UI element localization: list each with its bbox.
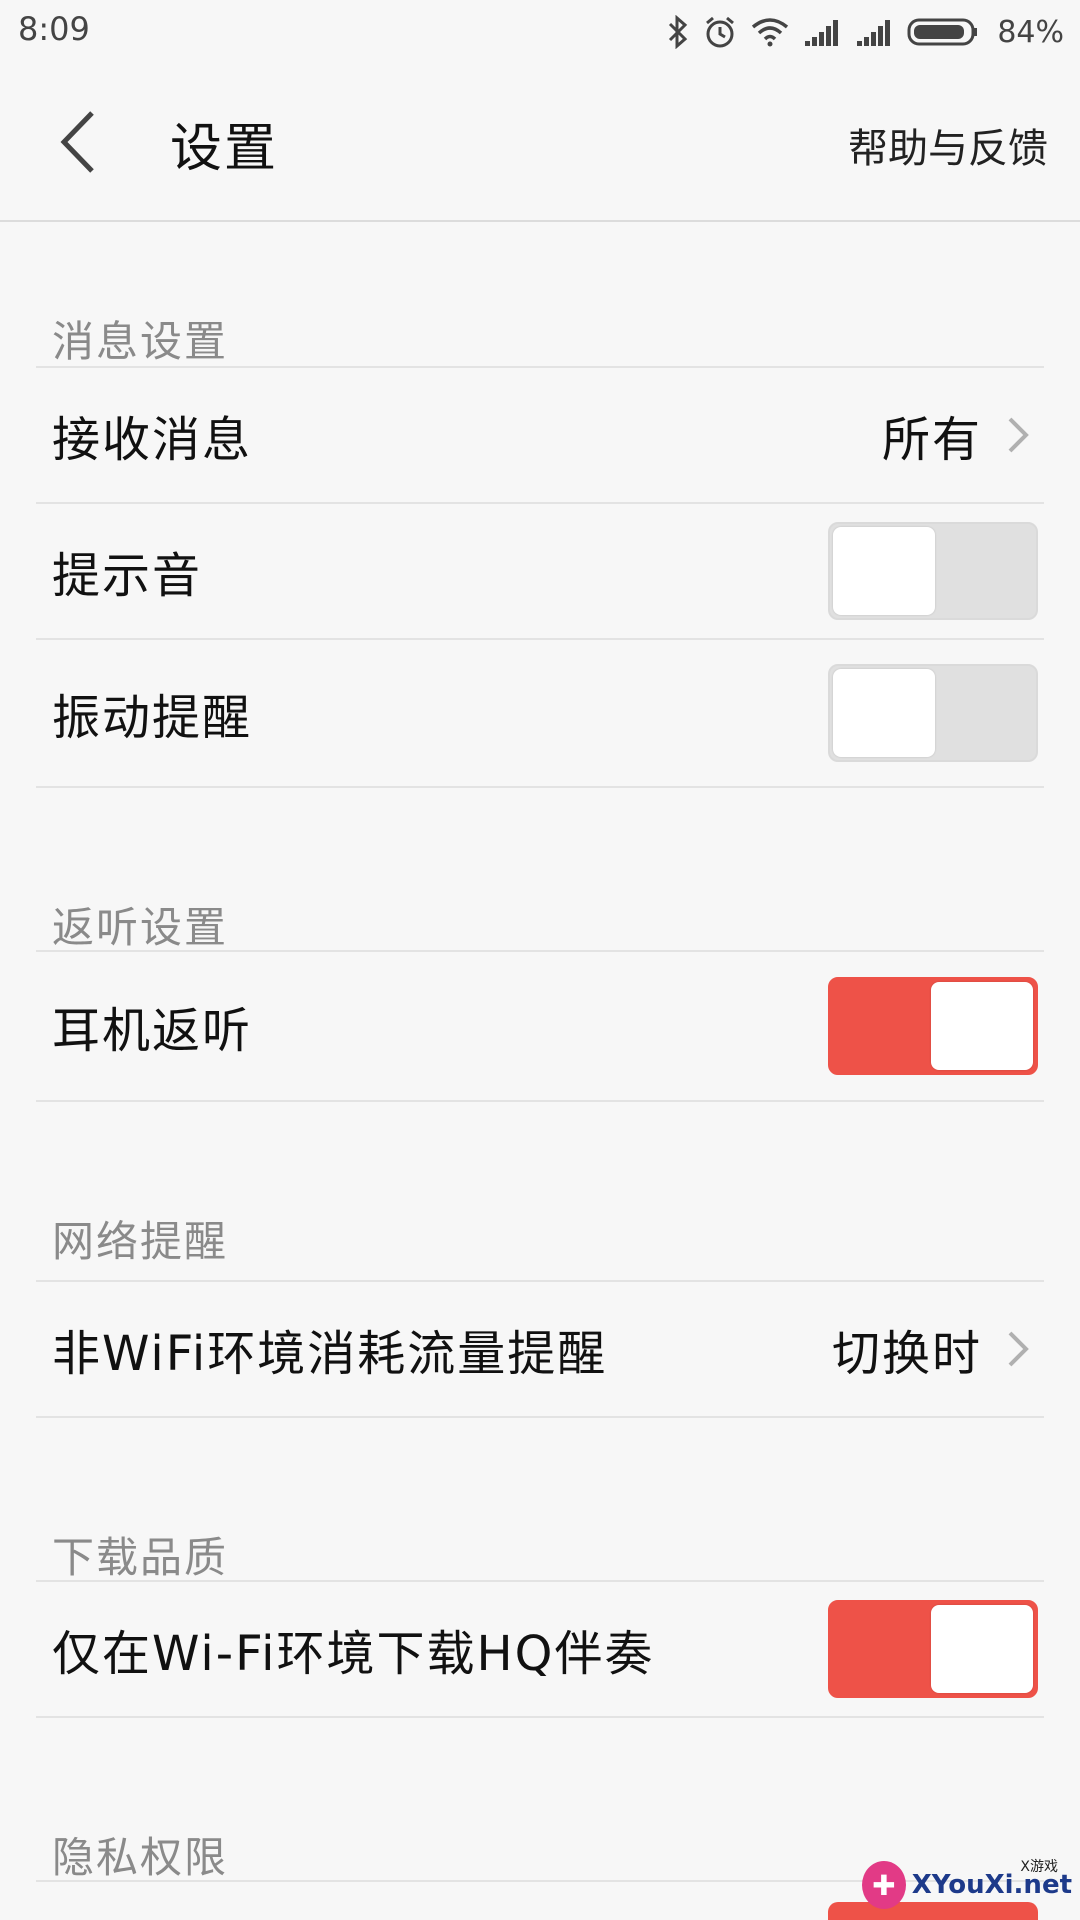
toggle-knob (833, 669, 935, 757)
section-title-download: 下载品质 (52, 1533, 229, 1582)
status-bar: 8:09 84% (0, 0, 1080, 62)
gamepad-logo-icon: ✚ (862, 1861, 906, 1909)
back-button[interactable] (48, 104, 108, 184)
notification-sound-row: 提示音 (36, 504, 1044, 638)
help-feedback-link[interactable]: 帮助与反馈 (848, 116, 1048, 174)
divider (36, 1100, 1044, 1102)
receive-messages-row[interactable]: 接收消息 所有 (36, 368, 1044, 502)
receive-messages-label: 接收消息 (52, 412, 253, 468)
signal-icon (803, 17, 841, 47)
section-title-privacy: 隐私权限 (52, 1833, 229, 1882)
earphone-monitor-label: 耳机返听 (52, 1003, 253, 1059)
battery-percent: 84% (997, 14, 1064, 50)
earphone-monitor-toggle[interactable] (828, 977, 1038, 1075)
chevron-left-icon (58, 109, 98, 179)
app-header: 设置 帮助与反馈 (0, 62, 1080, 222)
vibration-label: 振动提醒 (52, 690, 253, 746)
watermark: X游戏 ✚ XYouXi.net (862, 1850, 1072, 1920)
hq-download-row: 仅在Wi-Fi环境下载HQ伴奏 (36, 1582, 1044, 1716)
receive-messages-value: 所有 (881, 412, 982, 468)
earphone-monitor-row: 耳机返听 (36, 952, 1044, 1100)
bluetooth-icon (667, 15, 689, 49)
chevron-right-icon (1004, 1327, 1034, 1371)
divider (36, 1416, 1044, 1418)
status-time: 8:09 (18, 10, 90, 48)
section-title-messages: 消息设置 (52, 317, 229, 366)
toggle-knob (931, 982, 1033, 1070)
section-title-monitor: 返听设置 (52, 903, 229, 952)
notification-sound-label: 提示音 (52, 548, 203, 604)
hq-download-label: 仅在Wi-Fi环境下载HQ伴奏 (52, 1626, 655, 1682)
mobile-data-alert-label: 非WiFi环境消耗流量提醒 (52, 1326, 608, 1382)
wifi-icon (751, 17, 789, 47)
vibration-toggle[interactable] (828, 664, 1038, 762)
toggle-knob (931, 1605, 1033, 1693)
mobile-data-alert-row[interactable]: 非WiFi环境消耗流量提醒 切换时 (36, 1282, 1044, 1416)
page-title: 设置 (170, 119, 279, 179)
vibration-row: 振动提醒 (36, 640, 1044, 786)
divider (36, 1716, 1044, 1718)
section-title-network: 网络提醒 (52, 1217, 229, 1266)
divider (36, 786, 1044, 788)
signal-icon (855, 17, 893, 47)
alarm-icon (703, 15, 737, 49)
chevron-right-icon (1004, 413, 1034, 457)
hq-download-toggle[interactable] (828, 1600, 1038, 1698)
toggle-knob (833, 527, 935, 615)
mobile-data-alert-value: 切换时 (831, 1326, 982, 1382)
status-icons: 84% (667, 8, 1064, 56)
battery-icon (907, 17, 979, 47)
watermark-small-text: X游戏 (1020, 1859, 1058, 1875)
notification-sound-toggle[interactable] (828, 522, 1038, 620)
